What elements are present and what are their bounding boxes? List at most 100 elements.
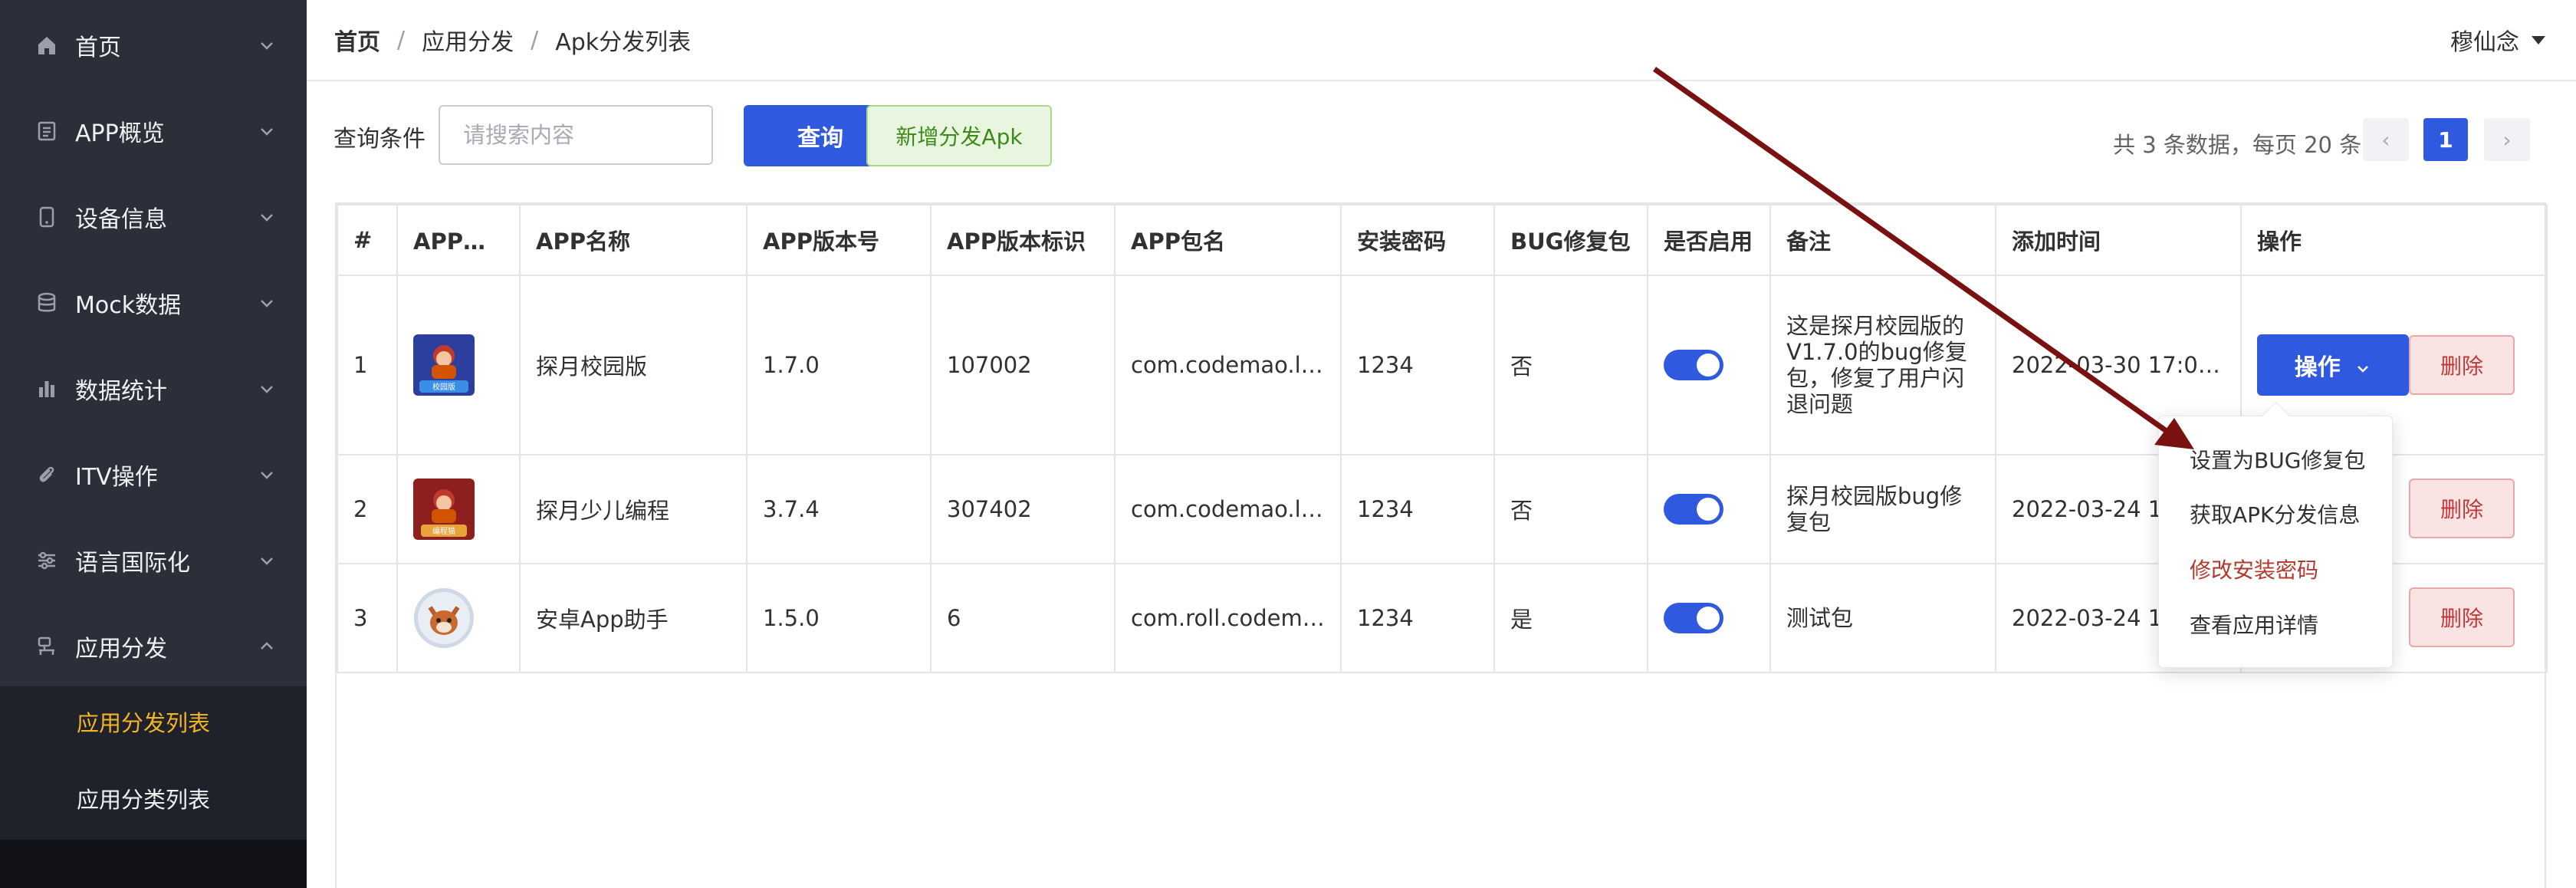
paperclip-icon [35, 463, 58, 486]
sidebar-item-label: ITV操作 [75, 464, 158, 491]
cell-enabled [1647, 275, 1771, 456]
sidebar-subitem-distribution-list[interactable]: 应用分发列表 [0, 687, 307, 756]
delete-button[interactable]: 删除 [2409, 479, 2515, 538]
top-header: 首页 / 应用分发 / Apk分发列表 穆仙念 [307, 0, 2576, 81]
chevron-down-icon [261, 214, 273, 222]
chevron-down-icon [261, 300, 273, 308]
sidebar-item-label: 设备信息 [75, 206, 167, 233]
sidebar-item-distribution[interactable]: 应用分发 [0, 608, 307, 685]
breadcrumb-item-current: Apk分发列表 [555, 29, 692, 56]
enabled-toggle[interactable] [1664, 494, 1723, 525]
add-apk-button[interactable]: 新增分发Apk [866, 105, 1052, 166]
sidebar-item-statistics[interactable]: 数据统计 [0, 350, 307, 427]
pagination-prev-button[interactable]: ‹ [2363, 118, 2409, 161]
pagination-page-button[interactable]: 1 [2423, 118, 2468, 161]
cell-version: 1.5.0 [746, 563, 932, 673]
sidebar-item-label: APP概览 [75, 120, 165, 147]
column-header: 备注 [1769, 204, 1996, 276]
cell-app-icon [396, 563, 521, 673]
operation-dropdown-button[interactable]: 操作 [2257, 334, 2409, 396]
breadcrumb-item-home[interactable]: 首页 [334, 23, 380, 57]
column-header: 添加时间 [1995, 204, 2242, 276]
column-header: 是否启用 [1647, 204, 1771, 276]
cell-bug-fix: 否 [1493, 275, 1648, 456]
menu-item-view-details[interactable]: 查看应用详情 [2190, 609, 2318, 640]
delete-button[interactable]: 删除 [2409, 335, 2515, 395]
chevron-up-icon [261, 642, 273, 650]
query-label: 查询条件 [334, 126, 426, 153]
cell-bug-fix: 是 [1493, 563, 1648, 673]
enabled-toggle[interactable] [1664, 603, 1723, 633]
column-header: APP包名 [1114, 204, 1342, 276]
cell-version: 3.7.4 [746, 454, 932, 564]
cell-remark: 这是探月校园版的V1.7.0的bug修复包，修复了用户闪退问题 [1769, 275, 1996, 456]
chevron-down-icon [261, 42, 273, 50]
cell-package: com.codemao.lun... [1114, 275, 1342, 456]
chevron-down-icon [261, 557, 273, 565]
search-input[interactable] [439, 105, 713, 165]
cell-enabled [1647, 454, 1771, 564]
breadcrumb-item-distribution[interactable]: 应用分发 [422, 23, 514, 57]
sidebar: 首页 APP概览 设备信息 Mock数据 数据统计 ITV操作 语言国际化 应用… [0, 0, 307, 888]
sidebar-subitem-label: 应用分类列表 [77, 787, 211, 813]
sidebar-subitem-category-list[interactable]: 应用分类列表 [0, 764, 307, 833]
enabled-toggle[interactable] [1664, 350, 1723, 380]
breadcrumb-separator: / [531, 26, 539, 54]
sidebar-item-i18n[interactable]: 语言国际化 [0, 522, 307, 599]
distribute-icon [35, 635, 58, 658]
home-icon [35, 34, 58, 57]
operation-label: 操作 [2294, 354, 2341, 381]
sidebar-item-label: 应用分发 [75, 636, 167, 663]
database-icon [35, 291, 58, 314]
sidebar-item-label: 首页 [75, 35, 121, 61]
cell-password: 1234 [1340, 563, 1495, 673]
chevron-down-icon [2358, 365, 2369, 373]
caret-down-icon [2532, 35, 2545, 44]
cell-version-code: 6 [930, 563, 1116, 673]
cell-index: 3 [337, 563, 398, 673]
sidebar-item-device-info[interactable]: 设备信息 [0, 179, 307, 255]
user-name: 穆仙念 [2450, 29, 2519, 56]
sidebar-item-app-overview[interactable]: APP概览 [0, 93, 307, 169]
sidebar-item-mock-data[interactable]: Mock数据 [0, 265, 307, 341]
chevron-down-icon [261, 386, 273, 393]
breadcrumb-separator: / [397, 26, 406, 54]
app-icon-badge: 校园版 [432, 382, 455, 392]
menu-item-set-bug-fix[interactable]: 设置为BUG修复包 [2190, 444, 2365, 475]
user-menu[interactable]: 穆仙念 [2450, 0, 2545, 80]
cell-package: com.roll.codemao [1114, 563, 1342, 673]
list-icon [35, 120, 58, 143]
cell-password: 1234 [1340, 454, 1495, 564]
cell-bug-fix: 否 [1493, 454, 1648, 564]
delete-button[interactable]: 删除 [2409, 587, 2515, 647]
cell-app-name: 探月少儿编程 [519, 454, 748, 564]
cell-version: 1.7.0 [746, 275, 932, 456]
submenu-distribution: 应用分发列表 应用分类列表 [0, 686, 307, 840]
sliders-icon [35, 549, 58, 572]
cell-package: com.codemao.lunar [1114, 454, 1342, 564]
cell-password: 1234 [1340, 275, 1495, 456]
cell-version-code: 307402 [930, 454, 1116, 564]
sidebar-footer [0, 840, 307, 888]
cell-remark: 探月校园版bug修复包 [1769, 454, 1996, 564]
table-header-row: # APP图标 APP名称 APP版本号 APP版本标识 APP包名 安装密码 … [337, 204, 2548, 276]
sidebar-item-label: Mock数据 [75, 292, 182, 319]
column-header: 安装密码 [1340, 204, 1495, 276]
column-header: # [337, 204, 398, 276]
sidebar-item-label: 语言国际化 [75, 550, 190, 577]
sidebar-item-home[interactable]: 首页 [0, 7, 307, 84]
cell-version-code: 107002 [930, 275, 1116, 456]
column-header: APP版本号 [746, 204, 932, 276]
sidebar-item-itv[interactable]: ITV操作 [0, 436, 307, 513]
cell-app-name: 安卓App助手 [519, 563, 748, 673]
pagination-next-button[interactable]: › [2484, 118, 2530, 161]
app-icon-campus: 校园版 [413, 334, 475, 396]
column-header: APP名称 [519, 204, 748, 276]
cell-remark: 测试包 [1769, 563, 1996, 673]
column-header: APP版本标识 [930, 204, 1116, 276]
sidebar-item-label: 数据统计 [75, 378, 167, 405]
menu-item-change-password[interactable]: 修改安装密码 [2190, 554, 2318, 584]
app-icon-android-helper [414, 588, 474, 648]
menu-item-get-apk-info[interactable]: 获取APK分发信息 [2190, 498, 2360, 529]
bar-chart-icon [35, 377, 58, 400]
